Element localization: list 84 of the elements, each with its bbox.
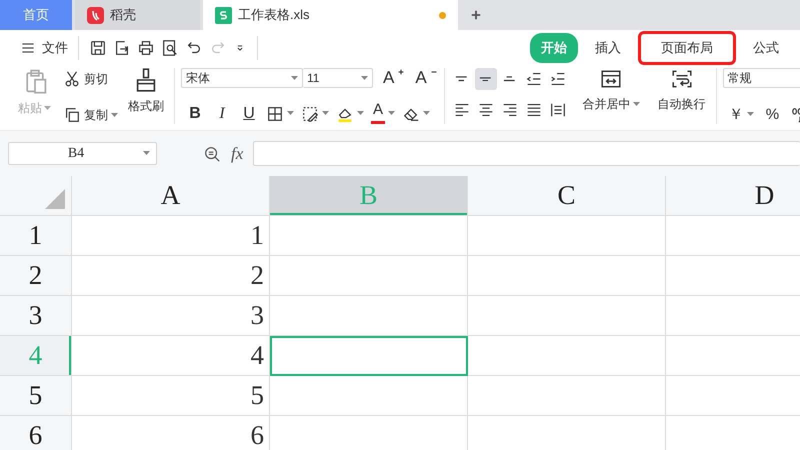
align-center-icon [476, 101, 495, 119]
dropdown-caret-icon[interactable] [746, 112, 754, 117]
align-right-icon [500, 101, 519, 119]
borders-icon [266, 104, 284, 122]
dropdown-caret-icon[interactable] [357, 111, 364, 116]
print-preview-icon [161, 38, 179, 56]
table-cell: 5 [72, 376, 270, 416]
table-cell: 6 [72, 416, 270, 450]
ribbon-tab[interactable]: 公式 [740, 32, 792, 62]
row-header[interactable]: 2 [0, 256, 72, 296]
plus-icon [397, 68, 406, 76]
column-header[interactable]: A [72, 176, 270, 216]
font-name-field[interactable]: 宋体 [181, 68, 303, 88]
cut-button[interactable]: 剪切 [63, 70, 118, 88]
decrease-font-size-button[interactable]: A [415, 68, 438, 88]
copy-button[interactable]: 复制 [63, 106, 118, 124]
copy-icon [63, 106, 81, 124]
percent-button[interactable]: % [766, 106, 780, 123]
align-bottom-icon [503, 76, 516, 82]
distributed-align-icon [548, 101, 567, 119]
ribbon-tab[interactable]: 页面布局 [638, 30, 736, 64]
dropdown-caret-icon[interactable] [632, 102, 640, 107]
dropdown-caret-icon[interactable] [287, 111, 294, 116]
number-format-field[interactable]: 常规 [722, 68, 800, 88]
font-size-field[interactable]: 11 [303, 68, 373, 88]
export-button[interactable] [113, 38, 131, 56]
align-top-icon [455, 76, 468, 82]
export-icon [113, 38, 131, 56]
function-label[interactable]: fx [231, 144, 244, 164]
spreadsheet-logo-icon [215, 6, 232, 24]
paint-brush-icon [134, 68, 158, 92]
file-menu-button[interactable]: 文件 [14, 36, 79, 60]
row-header[interactable]: 1 [0, 216, 72, 256]
dropdown-caret-icon[interactable] [291, 76, 298, 80]
justify-icon [524, 101, 543, 119]
align-middle-icon [479, 76, 492, 82]
printer-icon [137, 38, 155, 56]
table-cell: 2 [72, 256, 270, 296]
dropdown-caret-icon[interactable] [361, 76, 368, 80]
merge-cells-icon [600, 68, 622, 90]
dropdown-caret-icon[interactable] [423, 111, 430, 116]
align-left-icon [452, 101, 471, 119]
row-header[interactable]: 5 [0, 376, 72, 416]
dropdown-caret-icon[interactable] [143, 151, 150, 156]
table-cell: 3 [72, 296, 270, 336]
formula-input-field[interactable] [253, 141, 800, 166]
floppy-disk-button[interactable] [89, 38, 107, 56]
table-cell: 1 [72, 216, 270, 256]
underline-button[interactable]: U [239, 104, 259, 122]
dropdown-caret-icon[interactable] [111, 112, 118, 118]
bold-button[interactable]: B [185, 104, 205, 122]
format-painter-button[interactable]: 格式刷 [124, 68, 168, 124]
table-cell: 4 [72, 336, 270, 376]
decrease-indent-icon [524, 70, 543, 88]
currency-button[interactable]: ￥ [728, 105, 754, 124]
ribbon-tab[interactable]: 插入 [582, 32, 634, 62]
increase-font-size-button[interactable]: A [383, 68, 406, 88]
cell-style-button[interactable] [301, 104, 329, 122]
italic-button[interactable]: I [212, 104, 232, 122]
font-color-button[interactable]: A [371, 103, 395, 124]
printer-button[interactable] [137, 38, 155, 56]
row-header[interactable]: 3 [0, 296, 72, 336]
row-header[interactable]: 6 [0, 416, 72, 450]
wrap-text-icon [670, 68, 693, 90]
new-tab-icon[interactable] [469, 8, 483, 22]
borders-button[interactable] [266, 104, 294, 122]
column-header[interactable]: D [666, 176, 800, 216]
dropdown-caret-icon[interactable] [322, 111, 329, 116]
wrap-text-button[interactable]: 自动换行 [654, 68, 710, 124]
align-middle-button[interactable] [474, 68, 497, 90]
docer-logo-icon [87, 6, 104, 24]
increase-indent-icon [548, 70, 567, 88]
column-header[interactable]: C [468, 176, 666, 216]
merge-center-button[interactable]: 合并居中 [578, 68, 644, 124]
print-preview-button[interactable] [161, 38, 179, 56]
name-box[interactable]: B4 [8, 142, 157, 165]
dropdown-caret-icon[interactable] [388, 111, 395, 116]
active-cell[interactable] [270, 336, 468, 376]
document-tab[interactable]: 稻壳 [75, 0, 200, 30]
cell-style-icon [301, 104, 319, 122]
document-tab[interactable]: 工作表格.xls [203, 0, 458, 30]
zoom-icon[interactable] [203, 144, 221, 162]
font-color-bar-icon [371, 121, 385, 124]
scissors-icon [63, 70, 81, 88]
